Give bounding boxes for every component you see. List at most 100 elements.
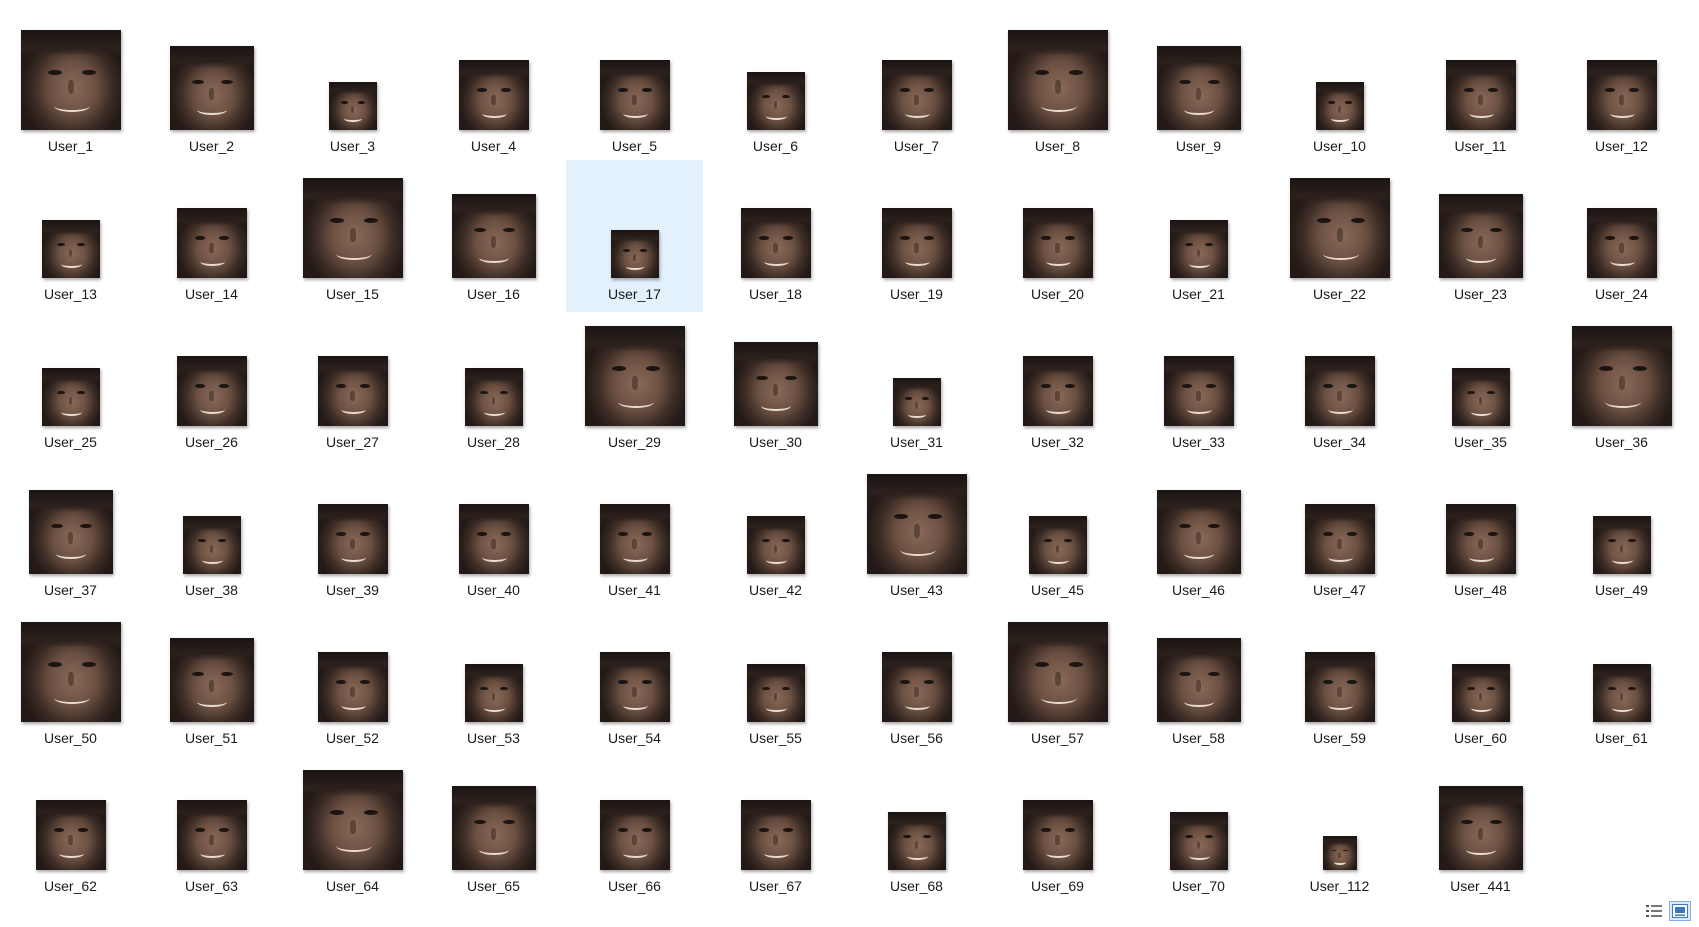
file-item[interactable]: User_54 xyxy=(564,610,705,758)
file-name: User_29 xyxy=(608,434,661,450)
file-item[interactable]: User_31 xyxy=(846,314,987,462)
file-item[interactable]: User_20 xyxy=(987,166,1128,314)
file-item[interactable]: User_441 xyxy=(1410,758,1551,906)
file-item[interactable]: User_6 xyxy=(705,18,846,166)
file-item[interactable]: User_11 xyxy=(1410,18,1551,166)
file-item[interactable]: User_39 xyxy=(282,462,423,610)
file-item[interactable]: User_5 xyxy=(564,18,705,166)
thumbnail-frame xyxy=(564,18,705,130)
file-item[interactable]: User_58 xyxy=(1128,610,1269,758)
file-item[interactable]: User_65 xyxy=(423,758,564,906)
file-item[interactable]: User_46 xyxy=(1128,462,1269,610)
thumbnail-frame xyxy=(564,166,705,278)
file-item[interactable]: User_33 xyxy=(1128,314,1269,462)
thumbnail-frame xyxy=(1128,166,1269,278)
file-item[interactable]: User_48 xyxy=(1410,462,1551,610)
file-item[interactable]: User_15 xyxy=(282,166,423,314)
file-item[interactable]: User_51 xyxy=(141,610,282,758)
file-item[interactable]: User_50 xyxy=(0,610,141,758)
thumbnail-frame xyxy=(423,610,564,722)
file-name: User_10 xyxy=(1313,138,1366,154)
thumbnail-frame xyxy=(705,314,846,426)
file-item[interactable]: User_47 xyxy=(1269,462,1410,610)
thumbnail-frame xyxy=(282,166,423,278)
large-icons-view-button[interactable] xyxy=(1669,901,1691,921)
file-item[interactable]: User_26 xyxy=(141,314,282,462)
file-item[interactable]: User_59 xyxy=(1269,610,1410,758)
file-item[interactable]: User_8 xyxy=(987,18,1128,166)
file-item[interactable]: User_28 xyxy=(423,314,564,462)
thumbnail-frame xyxy=(846,166,987,278)
file-item[interactable]: User_19 xyxy=(846,166,987,314)
file-item[interactable]: User_52 xyxy=(282,610,423,758)
file-item[interactable]: User_21 xyxy=(1128,166,1269,314)
file-item[interactable]: User_68 xyxy=(846,758,987,906)
file-item[interactable]: User_35 xyxy=(1410,314,1551,462)
face-thumbnail xyxy=(182,516,241,574)
file-item[interactable]: User_69 xyxy=(987,758,1128,906)
file-item[interactable]: User_7 xyxy=(846,18,987,166)
file-item[interactable]: User_1 xyxy=(0,18,141,166)
file-item[interactable]: User_41 xyxy=(564,462,705,610)
file-item[interactable]: User_24 xyxy=(1551,166,1692,314)
file-item[interactable]: User_27 xyxy=(282,314,423,462)
file-name: User_36 xyxy=(1595,434,1648,450)
file-item[interactable]: User_25 xyxy=(0,314,141,462)
file-item[interactable]: User_23 xyxy=(1410,166,1551,314)
file-item[interactable]: User_12 xyxy=(1551,18,1692,166)
file-item[interactable]: User_66 xyxy=(564,758,705,906)
file-item[interactable]: User_112 xyxy=(1269,758,1410,906)
face-thumbnail xyxy=(1007,30,1108,130)
file-item[interactable]: User_2 xyxy=(141,18,282,166)
file-item[interactable]: User_9 xyxy=(1128,18,1269,166)
file-item[interactable]: User_55 xyxy=(705,610,846,758)
file-item[interactable]: User_53 xyxy=(423,610,564,758)
file-name: User_1 xyxy=(47,138,94,154)
file-item[interactable]: User_61 xyxy=(1551,610,1692,758)
file-item[interactable]: User_10 xyxy=(1269,18,1410,166)
thumbnail-frame xyxy=(1128,758,1269,870)
file-item[interactable]: User_64 xyxy=(282,758,423,906)
file-item[interactable]: User_40 xyxy=(423,462,564,610)
file-item[interactable]: User_13 xyxy=(0,166,141,314)
file-item[interactable]: User_57 xyxy=(987,610,1128,758)
file-item[interactable]: User_17 xyxy=(564,160,705,314)
file-item[interactable]: User_67 xyxy=(705,758,846,906)
file-item[interactable]: User_42 xyxy=(705,462,846,610)
face-thumbnail xyxy=(881,652,952,722)
face-thumbnail xyxy=(176,800,247,870)
file-item[interactable]: User_62 xyxy=(0,758,141,906)
face-thumbnail xyxy=(1304,356,1375,426)
file-item[interactable]: User_49 xyxy=(1551,462,1692,610)
file-item[interactable]: User_63 xyxy=(141,758,282,906)
file-item[interactable]: User_60 xyxy=(1410,610,1551,758)
file-item[interactable]: User_14 xyxy=(141,166,282,314)
file-item[interactable]: User_36 xyxy=(1551,314,1692,462)
file-name: User_11 xyxy=(1454,138,1507,154)
thumbnail-frame xyxy=(1410,18,1551,130)
file-item[interactable]: User_38 xyxy=(141,462,282,610)
file-item[interactable]: User_22 xyxy=(1269,166,1410,314)
file-item[interactable]: User_3 xyxy=(282,18,423,166)
file-item[interactable]: User_30 xyxy=(705,314,846,462)
thumbnail-frame xyxy=(423,166,564,278)
file-item[interactable]: User_4 xyxy=(423,18,564,166)
thumbnail-frame xyxy=(705,758,846,870)
file-item[interactable]: User_32 xyxy=(987,314,1128,462)
file-item[interactable]: User_37 xyxy=(0,462,141,610)
file-item[interactable]: User_16 xyxy=(423,166,564,314)
file-item[interactable]: User_34 xyxy=(1269,314,1410,462)
thumbnail-frame xyxy=(987,18,1128,130)
face-thumbnail xyxy=(464,368,523,426)
thumbnail-frame xyxy=(705,166,846,278)
file-name: User_8 xyxy=(1034,138,1081,154)
file-item[interactable]: User_29 xyxy=(564,314,705,462)
details-view-button[interactable] xyxy=(1643,901,1665,921)
file-item[interactable]: User_56 xyxy=(846,610,987,758)
file-item[interactable]: User_18 xyxy=(705,166,846,314)
thumbnail-frame xyxy=(1269,166,1410,278)
file-item[interactable]: User_45 xyxy=(987,462,1128,610)
file-item[interactable]: User_70 xyxy=(1128,758,1269,906)
file-item[interactable]: User_43 xyxy=(846,462,987,610)
thumbnail-frame xyxy=(1128,462,1269,574)
